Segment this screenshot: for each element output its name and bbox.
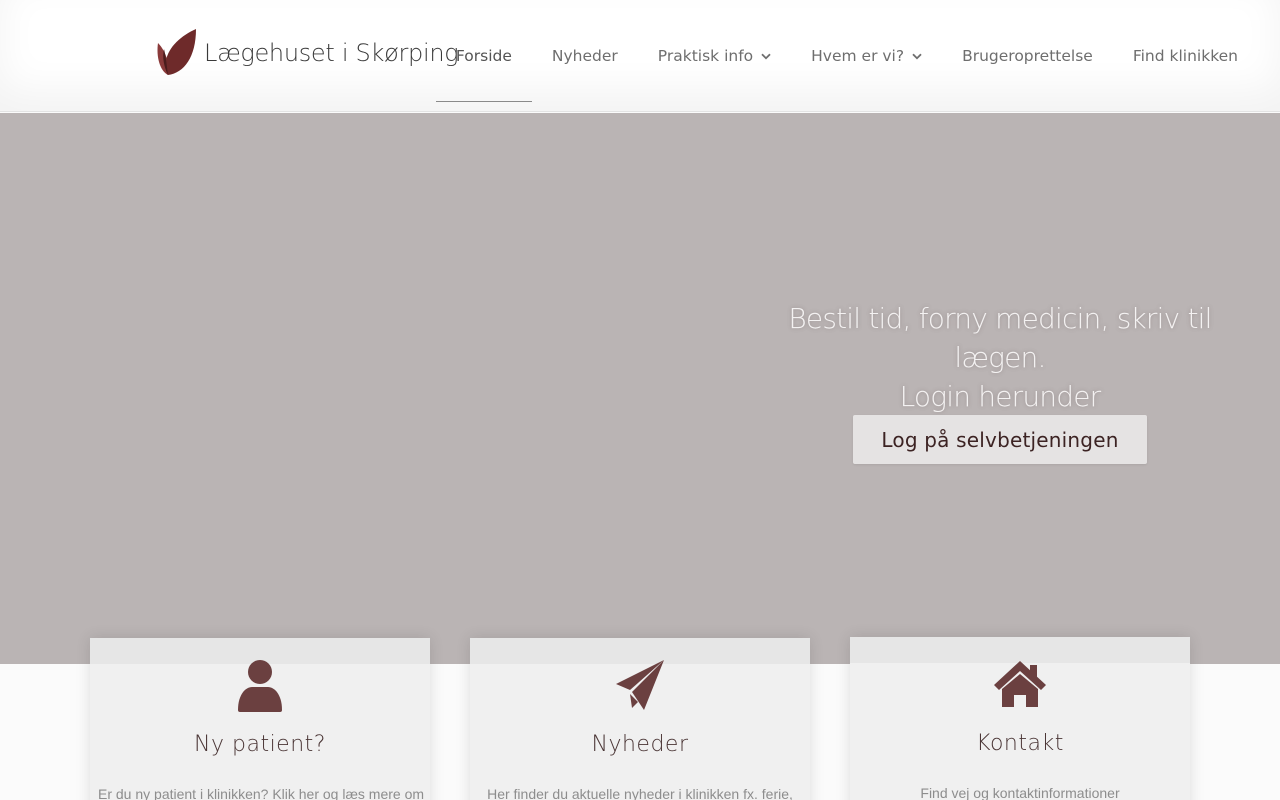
card-text: Find vej og kontaktinformationer bbox=[920, 785, 1120, 800]
login-selfservice-button[interactable]: Log på selvbetjeningen bbox=[853, 415, 1147, 464]
hero-section: Bestil tid, forny medicin, skriv til læg… bbox=[0, 113, 1280, 664]
nav-item-find-klinikken[interactable]: Find klinikken bbox=[1113, 0, 1258, 112]
card-new-patient[interactable]: Ny patient? Er du ny patient i klinikken… bbox=[90, 638, 430, 800]
paper-plane-icon bbox=[616, 660, 664, 710]
card-text: Er du ny patient i klinikken? Klik her o… bbox=[98, 786, 425, 800]
card-title: Ny patient? bbox=[194, 732, 326, 757]
chevron-down-icon bbox=[912, 53, 922, 59]
card-contact[interactable]: Kontakt Find vej og kontaktinformationer bbox=[850, 637, 1190, 800]
main-nav: Forside Nyheder Praktisk info Hvem er vi… bbox=[435, 0, 1258, 112]
nav-item-forside[interactable]: Forside bbox=[435, 0, 532, 112]
nav-item-hvem-er-vi[interactable]: Hvem er vi? bbox=[791, 0, 942, 112]
hero-heading: Bestil tid, forny medicin, skriv til læg… bbox=[788, 302, 1212, 413]
site-header: Lægehuset i Skørping Forside Nyheder Pra… bbox=[0, 0, 1280, 112]
site-title: Lægehuset i Skørping bbox=[204, 39, 459, 67]
card-title: Nyheder bbox=[591, 732, 689, 757]
nav-item-brugeroprettelse[interactable]: Brugeroprettelse bbox=[942, 0, 1113, 112]
card-text: Her finder du aktuelle nyheder i klinikk… bbox=[487, 786, 793, 800]
nav-item-praktisk-info[interactable]: Praktisk info bbox=[638, 0, 791, 112]
user-icon bbox=[238, 660, 282, 712]
site-logo[interactable]: Lægehuset i Skørping bbox=[154, 26, 459, 78]
home-icon bbox=[994, 661, 1046, 707]
card-title: Kontakt bbox=[976, 731, 1064, 756]
chevron-down-icon bbox=[761, 53, 771, 59]
leaf-logo-icon bbox=[157, 29, 196, 75]
card-news[interactable]: Nyheder Her finder du aktuelle nyheder i… bbox=[470, 638, 810, 800]
nav-item-nyheder[interactable]: Nyheder bbox=[532, 0, 638, 112]
